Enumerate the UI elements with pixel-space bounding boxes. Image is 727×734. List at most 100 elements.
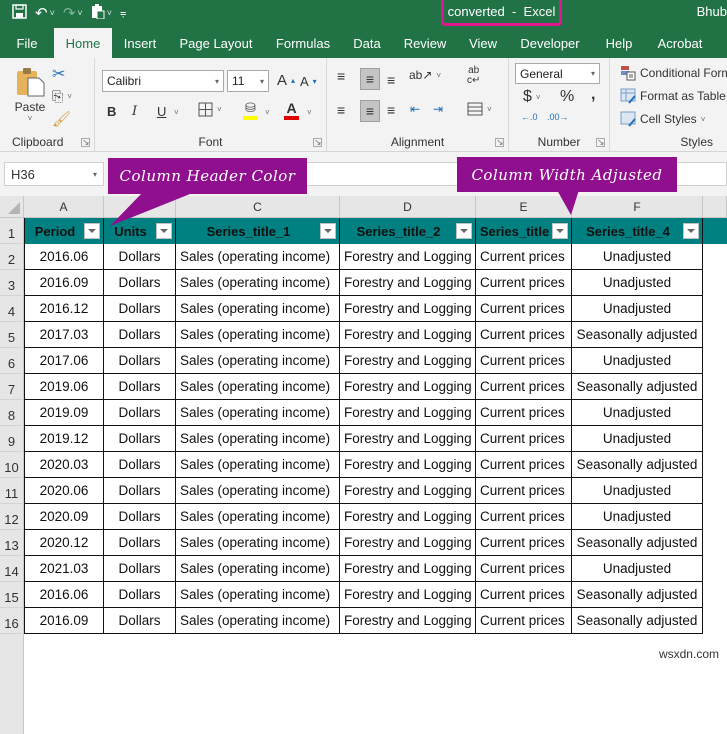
row-header-10[interactable]: 10 bbox=[0, 452, 24, 478]
cell-c3[interactable]: Sales (operating income) bbox=[176, 270, 340, 296]
tab-home[interactable]: Home bbox=[54, 28, 112, 58]
row-header-12[interactable]: 12 bbox=[0, 504, 24, 530]
tab-view[interactable]: View bbox=[458, 28, 508, 58]
cell-b3[interactable]: Dollars bbox=[104, 270, 176, 296]
column-header-a[interactable]: A bbox=[24, 196, 104, 218]
tab-developer[interactable]: Developer bbox=[508, 28, 592, 58]
currency-button[interactable]: $ ˅ bbox=[523, 88, 541, 106]
cell-c16[interactable]: Sales (operating income) bbox=[176, 608, 340, 634]
cell-e16[interactable]: Current prices bbox=[476, 608, 572, 634]
conditional-formatting-button[interactable]: Conditional Form bbox=[620, 65, 727, 81]
clipboard-launcher-icon[interactable]: ↘ bbox=[81, 138, 90, 147]
undo-icon[interactable]: ↶ bbox=[35, 4, 48, 22]
cell-b15[interactable]: Dollars bbox=[104, 582, 176, 608]
cell-f13[interactable]: Seasonally adjusted bbox=[572, 530, 703, 556]
cell-c10[interactable]: Sales (operating income) bbox=[176, 452, 340, 478]
row-header-16[interactable]: 16 bbox=[0, 608, 24, 634]
number-launcher-icon[interactable]: ↘ bbox=[596, 138, 605, 147]
row-header-9[interactable]: 9 bbox=[0, 426, 24, 452]
fill-color-button[interactable]: ⛁ bbox=[243, 100, 258, 120]
cell-d15[interactable]: Forestry and Logging bbox=[340, 582, 476, 608]
cell-b5[interactable]: Dollars bbox=[104, 322, 176, 348]
cell-b8[interactable]: Dollars bbox=[104, 400, 176, 426]
cell-e13[interactable]: Current prices bbox=[476, 530, 572, 556]
cell-f10[interactable]: Seasonally adjusted bbox=[572, 452, 703, 478]
row-header-14[interactable]: 14 bbox=[0, 556, 24, 582]
cell-d6[interactable]: Forestry and Logging bbox=[340, 348, 476, 374]
tab-insert[interactable]: Insert bbox=[112, 28, 168, 58]
cell-b16[interactable]: Dollars bbox=[104, 608, 176, 634]
redo-dropdown-icon[interactable]: ˅ bbox=[77, 8, 82, 18]
tab-acrobat[interactable]: Acrobat bbox=[646, 28, 714, 58]
column-header-g[interactable] bbox=[703, 196, 727, 218]
cell-a6[interactable]: 2017.06 bbox=[24, 348, 104, 374]
cell-f3[interactable]: Unadjusted bbox=[572, 270, 703, 296]
row-header-4[interactable]: 4 bbox=[0, 296, 24, 322]
cell-c15[interactable]: Sales (operating income) bbox=[176, 582, 340, 608]
alignment-launcher-icon[interactable]: ↘ bbox=[495, 138, 504, 147]
cell-f2[interactable]: Unadjusted bbox=[572, 244, 703, 270]
cell-e10[interactable]: Current prices bbox=[476, 452, 572, 478]
column-header-f[interactable]: F bbox=[572, 196, 703, 218]
cell-f7[interactable]: Seasonally adjusted bbox=[572, 374, 703, 400]
paste-dropdown-icon[interactable]: ˅ bbox=[107, 8, 112, 18]
wrap-text-icon[interactable]: ab c↵ bbox=[467, 66, 480, 86]
cell-b4[interactable]: Dollars bbox=[104, 296, 176, 322]
format-painter-icon[interactable]: 🖌 bbox=[52, 110, 71, 128]
cell-a9[interactable]: 2019.12 bbox=[24, 426, 104, 452]
increase-decimal-icon[interactable]: ←.0 bbox=[521, 112, 538, 122]
row-header-11[interactable]: 11 bbox=[0, 478, 24, 504]
header-cell-d[interactable]: Series_title_2 bbox=[340, 218, 476, 244]
cell-a2[interactable]: 2016.06 bbox=[24, 244, 104, 270]
cell-c7[interactable]: Sales (operating income) bbox=[176, 374, 340, 400]
cell-e7[interactable]: Current prices bbox=[476, 374, 572, 400]
cell-a5[interactable]: 2017.03 bbox=[24, 322, 104, 348]
row-header-8[interactable]: 8 bbox=[0, 400, 24, 426]
cell-e11[interactable]: Current prices bbox=[476, 478, 572, 504]
cell-d11[interactable]: Forestry and Logging bbox=[340, 478, 476, 504]
header-cell-a[interactable]: Period bbox=[24, 218, 104, 244]
cell-f5[interactable]: Seasonally adjusted bbox=[572, 322, 703, 348]
tab-formulas[interactable]: Formulas bbox=[264, 28, 342, 58]
font-color-dropdown-icon[interactable]: ˅ bbox=[307, 108, 312, 117]
header-cell-f[interactable]: Series_title_4 bbox=[572, 218, 703, 244]
cell-e8[interactable]: Current prices bbox=[476, 400, 572, 426]
merge-center-button[interactable]: ˅ bbox=[467, 102, 492, 116]
row-header-3[interactable]: 3 bbox=[0, 270, 24, 296]
cell-a8[interactable]: 2019.09 bbox=[24, 400, 104, 426]
number-format-select[interactable]: General ▾ bbox=[515, 63, 600, 84]
row-header-13[interactable]: 13 bbox=[0, 530, 24, 556]
cell-a13[interactable]: 2020.12 bbox=[24, 530, 104, 556]
cell-b7[interactable]: Dollars bbox=[104, 374, 176, 400]
cell-b10[interactable]: Dollars bbox=[104, 452, 176, 478]
bold-button[interactable]: B bbox=[107, 104, 116, 119]
cell-styles-button[interactable]: Cell Styles ˅ bbox=[620, 111, 705, 127]
cell-f12[interactable]: Unadjusted bbox=[572, 504, 703, 530]
cell-b13[interactable]: Dollars bbox=[104, 530, 176, 556]
cell-c9[interactable]: Sales (operating income) bbox=[176, 426, 340, 452]
cell-b14[interactable]: Dollars bbox=[104, 556, 176, 582]
user-name[interactable]: Bhub bbox=[697, 4, 727, 19]
cell-e12[interactable]: Current prices bbox=[476, 504, 572, 530]
tab-data[interactable]: Data bbox=[342, 28, 392, 58]
cell-f9[interactable]: Unadjusted bbox=[572, 426, 703, 452]
cell-a16[interactable]: 2016.09 bbox=[24, 608, 104, 634]
top-align-icon[interactable]: ≡ bbox=[337, 68, 345, 84]
italic-button[interactable]: I bbox=[132, 104, 137, 119]
cell-e6[interactable]: Current prices bbox=[476, 348, 572, 374]
cell-c14[interactable]: Sales (operating income) bbox=[176, 556, 340, 582]
customize-icon[interactable]: ⩦ bbox=[120, 7, 126, 20]
copy-icon[interactable]: ⎘ ˅ bbox=[52, 88, 72, 105]
filter-dropdown-icon[interactable] bbox=[84, 223, 100, 239]
decrease-indent-icon[interactable]: ⇤ bbox=[410, 102, 420, 116]
cell-d16[interactable]: Forestry and Logging bbox=[340, 608, 476, 634]
cell-b12[interactable]: Dollars bbox=[104, 504, 176, 530]
fill-color-dropdown-icon[interactable]: ˅ bbox=[265, 108, 270, 117]
cell-b6[interactable]: Dollars bbox=[104, 348, 176, 374]
paste-button[interactable]: Paste ˅ bbox=[10, 66, 50, 136]
cell-d10[interactable]: Forestry and Logging bbox=[340, 452, 476, 478]
row-header-5[interactable]: 5 bbox=[0, 322, 24, 348]
cell-d7[interactable]: Forestry and Logging bbox=[340, 374, 476, 400]
font-color-button[interactable]: A bbox=[284, 100, 299, 120]
cell-a11[interactable]: 2020.06 bbox=[24, 478, 104, 504]
